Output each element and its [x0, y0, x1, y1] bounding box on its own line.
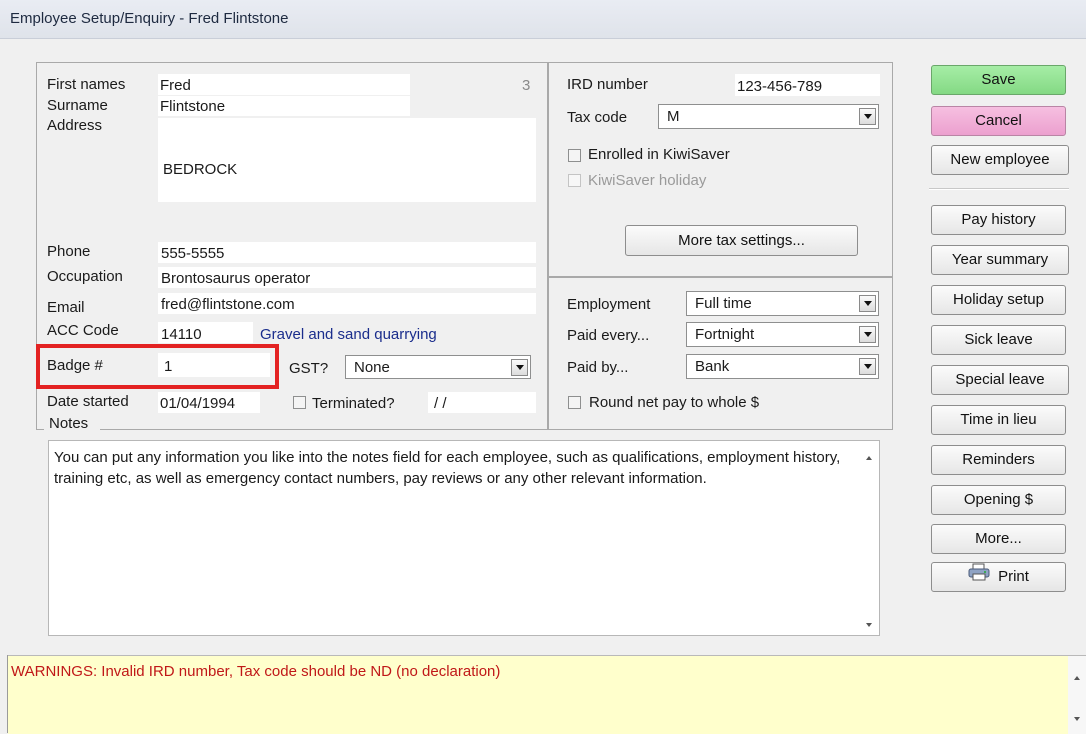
surname-label: Surname: [47, 97, 108, 114]
window-title: Employee Setup/Enquiry - Fred Flintstone: [10, 10, 289, 27]
date-started-field[interactable]: 01/04/1994: [158, 392, 260, 413]
tax-code-dropdown[interactable]: M: [658, 104, 879, 129]
kiwisaver-holiday-checkbox: [568, 174, 581, 187]
tax-code-label: Tax code: [567, 109, 628, 126]
occupation-field[interactable]: Brontosaurus operator: [158, 267, 536, 288]
special-leave-button[interactable]: Special leave: [931, 365, 1069, 395]
year-summary-button[interactable]: Year summary: [931, 245, 1069, 275]
new-employee-button[interactable]: New employee: [931, 145, 1069, 175]
reminders-button[interactable]: Reminders: [931, 445, 1066, 475]
surname-value: Flintstone: [160, 98, 226, 115]
pay-history-button[interactable]: Pay history: [931, 205, 1066, 235]
warnings-scrollbar[interactable]: [1068, 656, 1086, 734]
holiday-setup-button[interactable]: Holiday setup: [931, 285, 1066, 315]
opening-balance-button[interactable]: Opening $: [931, 485, 1066, 515]
gst-label: GST?: [289, 360, 329, 377]
surname-field[interactable]: Flintstone: [158, 96, 410, 116]
phone-label: Phone: [47, 243, 91, 260]
more-button[interactable]: More...: [931, 524, 1066, 554]
phone-value: 555-5555: [161, 245, 225, 262]
print-label: Print: [998, 568, 1029, 586]
employment-dropdown[interactable]: Full time: [686, 291, 879, 316]
window-titlebar: Employee Setup/Enquiry - Fred Flintstone: [0, 0, 1086, 39]
address-label: Address: [47, 117, 103, 134]
cancel-button[interactable]: Cancel: [931, 106, 1066, 136]
paid-by-dropdown[interactable]: Bank: [686, 354, 879, 379]
terminated-label: Terminated?: [312, 395, 395, 412]
save-button[interactable]: Save: [931, 65, 1066, 95]
date-started-value: 01/04/1994: [160, 395, 236, 412]
badge-highlight-box: [36, 344, 279, 389]
acc-code-value: 14110: [161, 326, 202, 343]
ird-number-field[interactable]: 123-456-789: [735, 74, 880, 96]
scroll-down-icon[interactable]: [866, 623, 872, 627]
employment-label: Employment: [567, 296, 651, 313]
tax-code-value: M: [667, 108, 680, 125]
acc-code-field[interactable]: 14110: [158, 322, 253, 343]
chevron-down-icon[interactable]: [859, 108, 876, 125]
paid-by-value: Bank: [695, 358, 730, 375]
paid-every-label: Paid every...: [567, 327, 650, 344]
window-left-border: [7, 655, 8, 733]
acc-code-label: ACC Code: [47, 322, 119, 339]
scroll-down-icon[interactable]: [1074, 717, 1080, 721]
first-names-field[interactable]: Fred: [158, 74, 410, 95]
kiwisaver-holiday-label: KiwiSaver holiday: [588, 172, 707, 189]
email-field[interactable]: fred@flintstone.com: [158, 293, 536, 314]
phone-field[interactable]: 555-5555: [158, 242, 536, 263]
gst-dropdown[interactable]: None: [345, 355, 531, 379]
terminated-date-value: / /: [434, 395, 447, 412]
email-value: fred@flintstone.com: [161, 296, 295, 313]
chevron-down-icon[interactable]: [859, 326, 876, 343]
terminated-date-field[interactable]: / /: [428, 392, 536, 413]
chevron-down-icon[interactable]: [859, 358, 876, 375]
notes-textarea[interactable]: You can put any information you like int…: [48, 440, 880, 636]
kiwisaver-label: Enrolled in KiwiSaver: [588, 146, 730, 163]
email-label: Email: [47, 299, 85, 316]
paid-every-dropdown[interactable]: Fortnight: [686, 322, 879, 347]
address-field[interactable]: BEDROCK: [158, 118, 536, 202]
record-number: 3: [522, 77, 531, 94]
date-started-label: Date started: [47, 393, 129, 410]
chevron-down-icon[interactable]: [859, 295, 876, 312]
printer-icon: [968, 563, 990, 591]
more-tax-settings-button[interactable]: More tax settings...: [625, 225, 858, 256]
ird-number-value: 123-456-789: [737, 78, 823, 95]
notes-text: You can put any information you like int…: [54, 449, 841, 487]
chevron-down-icon[interactable]: [511, 359, 528, 376]
scroll-up-icon[interactable]: [866, 456, 872, 460]
first-names-value: Fred: [160, 77, 191, 94]
paid-every-value: Fortnight: [695, 326, 755, 343]
kiwisaver-checkbox[interactable]: [568, 149, 581, 162]
scroll-up-icon[interactable]: [1074, 676, 1080, 680]
round-net-pay-label: Round net pay to whole $: [589, 394, 760, 411]
round-net-pay-checkbox[interactable]: [568, 396, 581, 409]
print-button[interactable]: Print: [931, 562, 1066, 592]
gst-value: None: [354, 359, 390, 376]
ird-number-label: IRD number: [567, 76, 648, 93]
terminated-checkbox[interactable]: [293, 396, 306, 409]
warnings-text: WARNINGS: Invalid IRD number, Tax code s…: [11, 663, 501, 680]
notes-label: Notes: [49, 415, 89, 432]
button-divider: [929, 188, 1069, 190]
employment-value: Full time: [695, 295, 752, 312]
sick-leave-button[interactable]: Sick leave: [931, 325, 1066, 355]
paid-by-label: Paid by...: [567, 359, 629, 376]
acc-description: Gravel and sand quarrying: [260, 326, 437, 343]
first-names-label: First names: [47, 76, 126, 93]
address-value: BEDROCK: [163, 161, 238, 178]
occupation-value: Brontosaurus operator: [161, 270, 311, 287]
warnings-panel: WARNINGS: Invalid IRD number, Tax code s…: [8, 655, 1086, 734]
occupation-label: Occupation: [47, 268, 123, 285]
time-in-lieu-button[interactable]: Time in lieu: [931, 405, 1066, 435]
